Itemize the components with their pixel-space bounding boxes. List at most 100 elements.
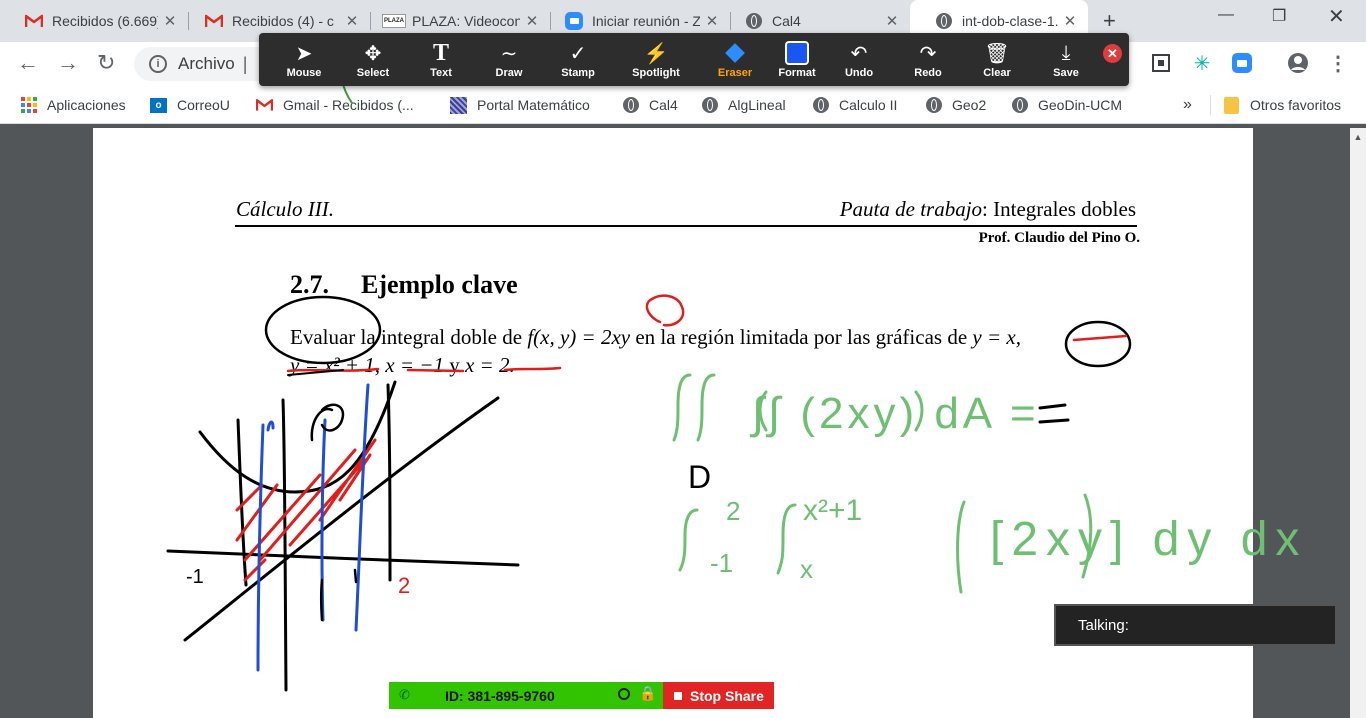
meeting-bar[interactable]: ✆ ID: 381-895-9760 🔒 (389, 682, 663, 709)
bookmark-geodin[interactable]: GeoDin-UCM (1011, 87, 1122, 123)
tool-mouse[interactable]: ➤ Mouse (269, 33, 339, 86)
bookmark-cal4[interactable]: Cal4 (622, 87, 678, 123)
redo-icon: ↷ (919, 42, 937, 65)
close-icon[interactable]: ✕ (880, 12, 904, 30)
tool-label: Save (1053, 67, 1079, 79)
outlook-icon: o (150, 97, 167, 114)
bookmark-label: Gmail - Recibidos (... (283, 97, 414, 113)
tab-gmail-1[interactable]: Recibidos (6.669) ✕ (0, 0, 188, 42)
back-icon[interactable]: ← (17, 50, 39, 76)
tool-text[interactable]: T Text (406, 33, 476, 86)
new-tab-button[interactable]: + (1103, 8, 1116, 34)
check-icon: ✓ (569, 42, 587, 65)
tool-clear[interactable]: 🗑 Clear (962, 33, 1032, 86)
globe-icon (812, 97, 829, 114)
bookmark-label: Calculo II (839, 97, 898, 113)
extension-icon[interactable] (1150, 52, 1172, 74)
reload-icon[interactable]: ↻ (97, 50, 115, 76)
bookmark-gmail[interactable]: Gmail - Recibidos (... (256, 87, 414, 123)
address-separator: | (242, 53, 248, 74)
plaza-icon: PLAZA (382, 12, 406, 30)
problem-text: y (443, 353, 465, 377)
problem-line-2: y = x² + 1, x = −1 y x = 2. (290, 353, 515, 378)
tool-label: Mouse (286, 67, 322, 79)
bookmark-label: GeoDin-UCM (1038, 97, 1123, 113)
move-icon: ✥ (364, 42, 382, 65)
tool-spotlight[interactable]: ⚡ Spotlight (621, 33, 691, 86)
squiggle-icon: ∼ (500, 42, 518, 65)
tab-title: Recibidos (4) - c (232, 13, 334, 29)
bookmark-label: Aplicaciones (47, 97, 126, 113)
tab-title: Iniciar reunión - Zo (592, 13, 700, 29)
zoom-icon (565, 12, 583, 30)
save-icon: ⤓ (1061, 41, 1071, 64)
bookmark-label: CorreoU (177, 97, 230, 113)
restore-icon[interactable]: ❐ (1272, 6, 1286, 26)
meeting-id: ID: 381-895-9760 (445, 687, 555, 704)
tool-eraser[interactable]: Eraser (700, 33, 770, 86)
bookmark-calculo2[interactable]: Calculo II (812, 87, 897, 123)
close-icon[interactable]: ✕ (1058, 12, 1082, 30)
profile-icon[interactable] (1287, 52, 1309, 74)
gmail-icon (205, 12, 223, 30)
tool-label: Text (430, 67, 452, 79)
section-title: Ejemplo clave (361, 270, 518, 299)
doc-course-title: Cálculo III. (236, 197, 334, 221)
bookmarks-bar: Aplicaciones o CorreoU Gmail - Recibidos… (0, 87, 1366, 124)
color-swatch-icon (785, 39, 809, 67)
tool-label: Spotlight (632, 67, 680, 79)
section-heading: 2.7. Ejemplo clave (290, 270, 518, 300)
bookmark-alglineal[interactable]: AlgLineal (701, 87, 786, 123)
tool-redo[interactable]: ↷ Redo (893, 33, 963, 86)
tool-format[interactable]: Format (762, 33, 832, 86)
tab-title: PLAZA: Videoconf (412, 13, 520, 29)
bookmark-label: Portal Matemático (477, 97, 590, 113)
tool-label: Undo (844, 67, 874, 79)
tool-stamp[interactable]: ✓ Stamp (543, 33, 613, 86)
trash-icon: 🗑 (984, 42, 1010, 65)
doc-header-italic: Pauta de trabajo (839, 197, 983, 221)
eraser-icon (725, 39, 745, 67)
tool-draw[interactable]: ∼ Draw (474, 33, 544, 86)
address-bar[interactable]: i Archivo | (134, 47, 274, 81)
window-close-icon[interactable]: ✕ (1328, 4, 1345, 29)
phone-icon: ✆ (399, 687, 410, 702)
globe-icon (622, 97, 639, 114)
wand-icon: ⚡ (643, 42, 669, 65)
bookmark-label: Geo2 (952, 97, 987, 113)
bookmarks-overflow-button[interactable]: » (1183, 87, 1192, 123)
tool-label: Stamp (561, 67, 595, 79)
doc-header-right: Pauta de trabajo: Integrales dobles (840, 197, 1136, 222)
scrollbar[interactable]: ▲ (1350, 128, 1366, 718)
bookmark-correou[interactable]: o CorreoU (150, 87, 230, 123)
doc-author: Prof. Claudio del Pino O. (978, 230, 1140, 246)
cursor-icon: ➤ (295, 42, 313, 65)
gmail-icon (256, 97, 273, 114)
tool-save[interactable]: ⤓ Save (1031, 33, 1101, 86)
snowflake-icon[interactable]: ✳ (1191, 52, 1213, 75)
stop-share-button[interactable]: Stop Share (663, 682, 774, 709)
info-icon[interactable]: i (149, 55, 167, 73)
bookmark-apps[interactable]: Aplicaciones (20, 87, 126, 123)
minimize-icon[interactable]: — (1218, 6, 1234, 24)
menu-icon[interactable]: ⋮ (1327, 52, 1349, 75)
globe-icon (745, 12, 763, 30)
tool-undo[interactable]: ↶ Undo (824, 33, 894, 86)
record-icon (618, 688, 630, 700)
tool-select[interactable]: ✥ Select (338, 33, 408, 86)
stop-icon (674, 691, 682, 700)
bookmark-geo2[interactable]: Geo2 (925, 87, 986, 123)
tool-label: Format (778, 67, 816, 79)
tab-title: int-dob-clase-1.pdf (962, 13, 1058, 29)
apps-grid-icon (20, 97, 37, 114)
bookmark-portal[interactable]: Portal Matemático (450, 87, 590, 123)
annotate-close-button[interactable]: ✕ (1103, 44, 1122, 63)
bookmark-other[interactable]: Otros favoritos (1210, 95, 1341, 115)
zoom-extension-icon[interactable] (1231, 52, 1253, 74)
tool-label: Clear (983, 67, 1011, 79)
problem-line-1: Evaluar la integral doble de f(x, y) = 2… (290, 325, 1021, 350)
stop-share-label: Stop Share (690, 687, 764, 704)
forward-icon[interactable]: → (57, 50, 79, 76)
close-icon[interactable]: ✕ (158, 12, 182, 30)
tool-label: Redo (914, 67, 942, 79)
